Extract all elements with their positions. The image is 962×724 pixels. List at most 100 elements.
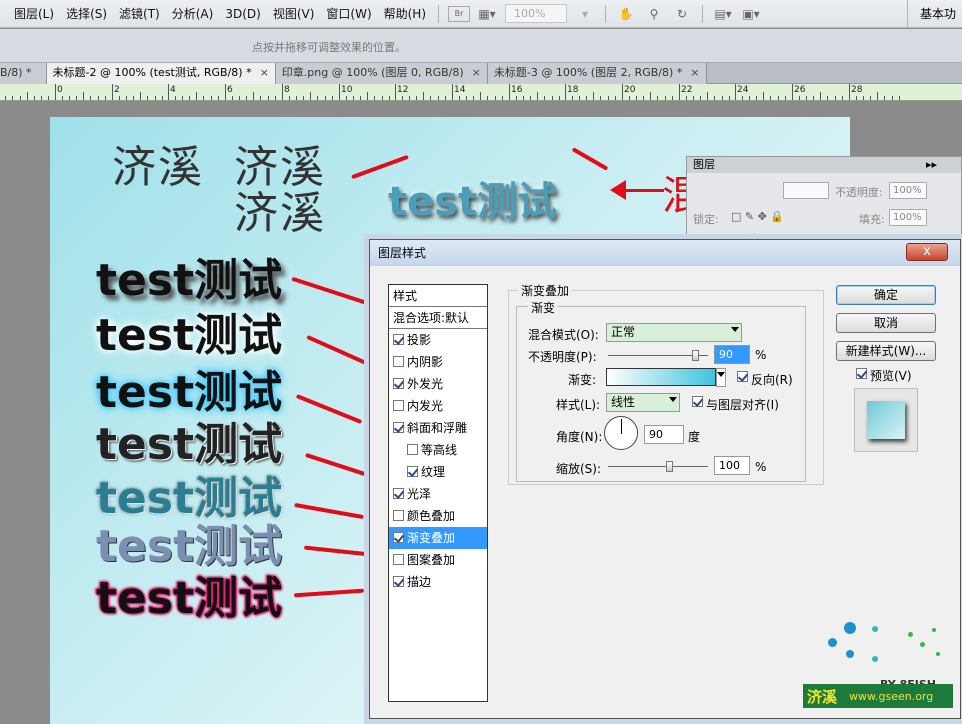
style-checkbox[interactable] [393,510,404,521]
styles-list-header[interactable]: 样式 [389,285,487,307]
style-list-item[interactable]: 渐变叠加 [389,527,487,549]
lock-icons[interactable]: □ ✎ ✥ 🔒 [731,210,784,223]
layer-opacity-field[interactable]: 100% [889,182,927,199]
hand-tool-icon[interactable]: ✋ [615,4,637,24]
ruler-tick [282,84,283,100]
style-checkbox[interactable] [393,378,404,389]
blend-mode-select[interactable]: 正常 [606,323,742,342]
style-checkbox[interactable] [393,576,404,587]
menu-filter[interactable]: 滤镜(T) [113,0,166,28]
blend-mode-select[interactable] [783,182,829,199]
angle-label: 角度(N): [556,430,603,444]
style-list-item[interactable]: 投影 [389,329,487,351]
style-checkbox[interactable] [407,444,418,455]
style-checkbox[interactable] [393,532,404,543]
screen-mode-icon[interactable]: ▣▾ [740,4,762,24]
close-icon[interactable]: × [472,66,481,79]
ruler-minor-tick [275,96,276,100]
style-list-item[interactable]: 内阴影 [389,351,487,373]
ruler-minor-tick [643,96,644,100]
style-checkbox[interactable] [393,488,404,499]
ruler-label: 18 [567,85,579,95]
cancel-button[interactable]: 取消 [836,313,936,333]
rotate-view-icon[interactable]: ↻ [671,4,693,24]
ruler-minor-tick [615,96,616,100]
document-tab[interactable]: 未标题-3 @ 100% (图层 2, RGB/8) * × [487,63,707,84]
style-list-item[interactable]: 描边 [389,571,487,593]
style-list-item[interactable]: 图案叠加 [389,549,487,571]
style-list-item[interactable]: 等高线 [389,439,487,461]
sample-satin: test测试 [96,473,283,524]
style-checkbox[interactable] [393,334,404,345]
menu-3d[interactable]: 3D(D) [219,0,266,28]
style-checkbox[interactable] [393,422,404,433]
document-tab[interactable]: B/8) * [0,63,47,84]
document-tab[interactable]: 印章.png @ 100% (图层 0, RGB/8) × [275,63,488,84]
dialog-title: 图层样式 [378,246,427,260]
gradient-picker[interactable] [606,368,716,386]
style-list-item[interactable]: 光泽 [389,483,487,505]
ruler-tick [112,84,113,100]
align-with-layer-checkbox[interactable] [692,396,703,407]
style-list-item[interactable]: 纹理 [389,461,487,483]
style-checkbox[interactable] [393,554,404,565]
ruler-minor-tick [232,96,233,100]
angle-dial[interactable] [604,416,638,450]
sample-gradient-overlay: test测试 [96,521,283,572]
scale-slider[interactable] [608,466,708,467]
menu-window[interactable]: 窗口(W) [320,0,377,28]
menu-help[interactable]: 帮助(H) [378,0,432,28]
ruler-minor-tick [842,96,843,100]
ok-button[interactable]: 确定 [836,285,936,305]
scale-slider-thumb[interactable] [666,461,673,472]
ruler-minor-tick [537,92,538,100]
logo-dot [844,622,856,634]
style-list-item[interactable]: 外发光 [389,373,487,395]
layer-fill-field[interactable]: 100% [889,209,927,226]
styles-list-header[interactable]: 混合选项:默认 [389,307,487,329]
close-icon[interactable]: x [906,243,948,261]
horizontal-ruler[interactable]: 0 2 4 6 8 10 12 14 16 18 20 22 24 26 28 [0,84,962,101]
panel-menu-icon[interactable]: ▸▸ [926,157,937,173]
reverse-checkbox[interactable] [737,371,748,382]
angle-input[interactable]: 90 [644,425,684,444]
style-checkbox[interactable] [393,400,404,411]
preview-checkbox[interactable] [856,368,867,379]
layers-panel-header[interactable]: 图层 ▸▸ [687,157,961,173]
bridge-icon[interactable]: Br [448,5,471,22]
jixi-text-2: 济溪 [234,142,326,193]
close-icon[interactable]: × [690,66,699,79]
workspace-switcher[interactable]: 基本功 [906,0,962,28]
ruler-minor-tick [48,96,49,100]
ruler-tick [565,84,566,100]
style-list-item[interactable]: 斜面和浮雕 [389,417,487,439]
style-checkbox[interactable] [407,466,418,477]
ruler-minor-tick [5,96,6,100]
ruler-tick [55,84,56,100]
zoom-select[interactable]: 100% [505,4,568,23]
style-list-item[interactable]: 内发光 [389,395,487,417]
ruler-tick [225,84,226,100]
ruler-label: 16 [511,85,523,95]
menu-select[interactable]: 选择(S) [60,0,113,28]
gradient-style-select[interactable]: 线性 [606,393,680,412]
ruler-minor-tick [296,96,297,100]
document-tab-active[interactable]: 未标题-2 @ 100% (test测试, RGB/8) * × [46,63,276,84]
minibridge-icon[interactable]: ▦▾ [476,4,498,24]
opacity-input[interactable]: 90 [714,345,750,364]
new-style-button[interactable]: 新建样式(W)... [836,341,936,361]
dialog-titlebar[interactable]: 图层样式 [370,240,960,266]
zoom-tool-icon[interactable]: ⚲ [643,4,665,24]
gradient-dropdown[interactable] [716,368,726,387]
menu-analysis[interactable]: 分析(A) [166,0,220,28]
ruler-minor-tick [325,96,326,100]
menu-layer[interactable]: 图层(L) [8,0,60,28]
style-list-item[interactable]: 颜色叠加 [389,505,487,527]
ruler-minor-tick [196,92,197,100]
menu-view[interactable]: 视图(V) [267,0,321,28]
scale-input[interactable]: 100 [714,456,750,475]
close-icon[interactable]: × [260,66,269,79]
arrange-documents-icon[interactable]: ▤▾ [712,4,734,24]
style-checkbox[interactable] [393,356,404,367]
opacity-slider-thumb[interactable] [692,350,699,361]
